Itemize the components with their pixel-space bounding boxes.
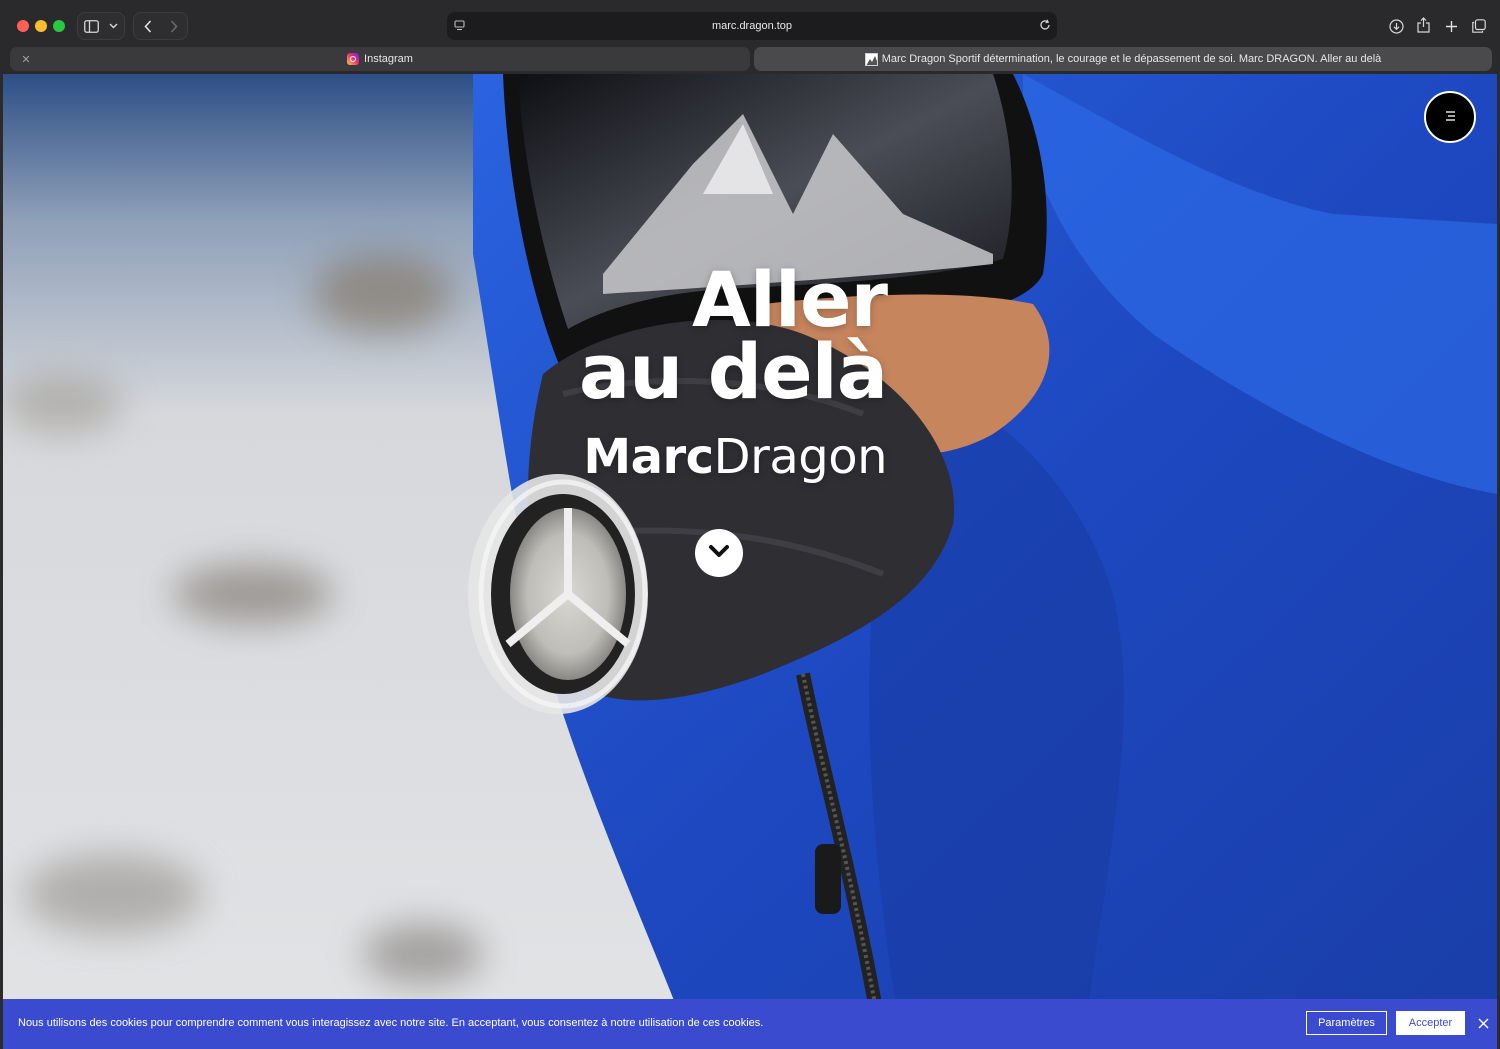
tab-label: Instagram bbox=[364, 53, 413, 65]
close-tab-icon[interactable]: ✕ bbox=[18, 51, 34, 67]
share-icon[interactable] bbox=[1414, 16, 1432, 34]
cookie-banner: Nous utilisons des cookies pour comprend… bbox=[3, 999, 1497, 1049]
menu-button[interactable] bbox=[1424, 91, 1476, 143]
brand-bold: Marc bbox=[583, 429, 714, 485]
hero-title-line-2: au delà bbox=[578, 327, 888, 416]
close-window-button[interactable] bbox=[17, 20, 29, 32]
cookie-accept-button[interactable]: Accepter bbox=[1396, 1011, 1465, 1035]
download-icon[interactable] bbox=[1387, 17, 1405, 35]
tab-bar: ✕ Instagram Marc Dragon Sportif détermin… bbox=[0, 46, 1500, 74]
instagram-icon bbox=[347, 53, 360, 65]
address-bar[interactable]: marc.dragon.top bbox=[447, 12, 1057, 40]
close-icon[interactable] bbox=[1475, 1015, 1491, 1031]
brand-name: MarcDragon bbox=[523, 429, 887, 485]
web-page: Aller au delà MarcDragon Nous utilisons … bbox=[3, 74, 1497, 1049]
scroll-down-button[interactable] bbox=[695, 529, 743, 577]
chevron-down-icon bbox=[708, 544, 730, 563]
forward-icon[interactable] bbox=[166, 18, 182, 34]
address-text: marc.dragon.top bbox=[711, 20, 793, 32]
zoom-window-button[interactable] bbox=[53, 20, 65, 32]
brand-light: Dragon bbox=[713, 429, 888, 485]
hero-background-image bbox=[3, 74, 1497, 1049]
chevron-down-icon[interactable] bbox=[106, 19, 120, 33]
tab-overview-icon[interactable] bbox=[1470, 17, 1488, 35]
new-tab-icon[interactable] bbox=[1442, 17, 1460, 35]
hero-title: Aller au delà bbox=[523, 255, 888, 416]
minimize-window-button[interactable] bbox=[35, 20, 47, 32]
page-menu-icon[interactable] bbox=[452, 18, 466, 32]
back-icon[interactable] bbox=[140, 18, 156, 34]
browser-toolbar: marc.dragon.top bbox=[0, 0, 1500, 46]
reload-icon[interactable] bbox=[1038, 18, 1052, 32]
tab-marc-dragon[interactable]: Marc Dragon Sportif détermination, le co… bbox=[754, 47, 1492, 71]
hero-title-line-1: Aller bbox=[692, 255, 888, 344]
cookie-settings-button[interactable]: Paramètres bbox=[1306, 1011, 1387, 1035]
sidebar-icon[interactable] bbox=[83, 18, 99, 34]
browser-window: marc.dragon.top ✕ Instagram Marc Dragon … bbox=[0, 0, 1500, 1049]
tab-label: Marc Dragon Sportif détermination, le co… bbox=[881, 53, 1382, 65]
tab-instagram[interactable]: ✕ Instagram bbox=[10, 47, 750, 71]
cookie-text: Nous utilisons des cookies pour comprend… bbox=[18, 1017, 764, 1029]
site-favicon bbox=[864, 52, 878, 66]
menu-icon bbox=[1444, 108, 1456, 126]
